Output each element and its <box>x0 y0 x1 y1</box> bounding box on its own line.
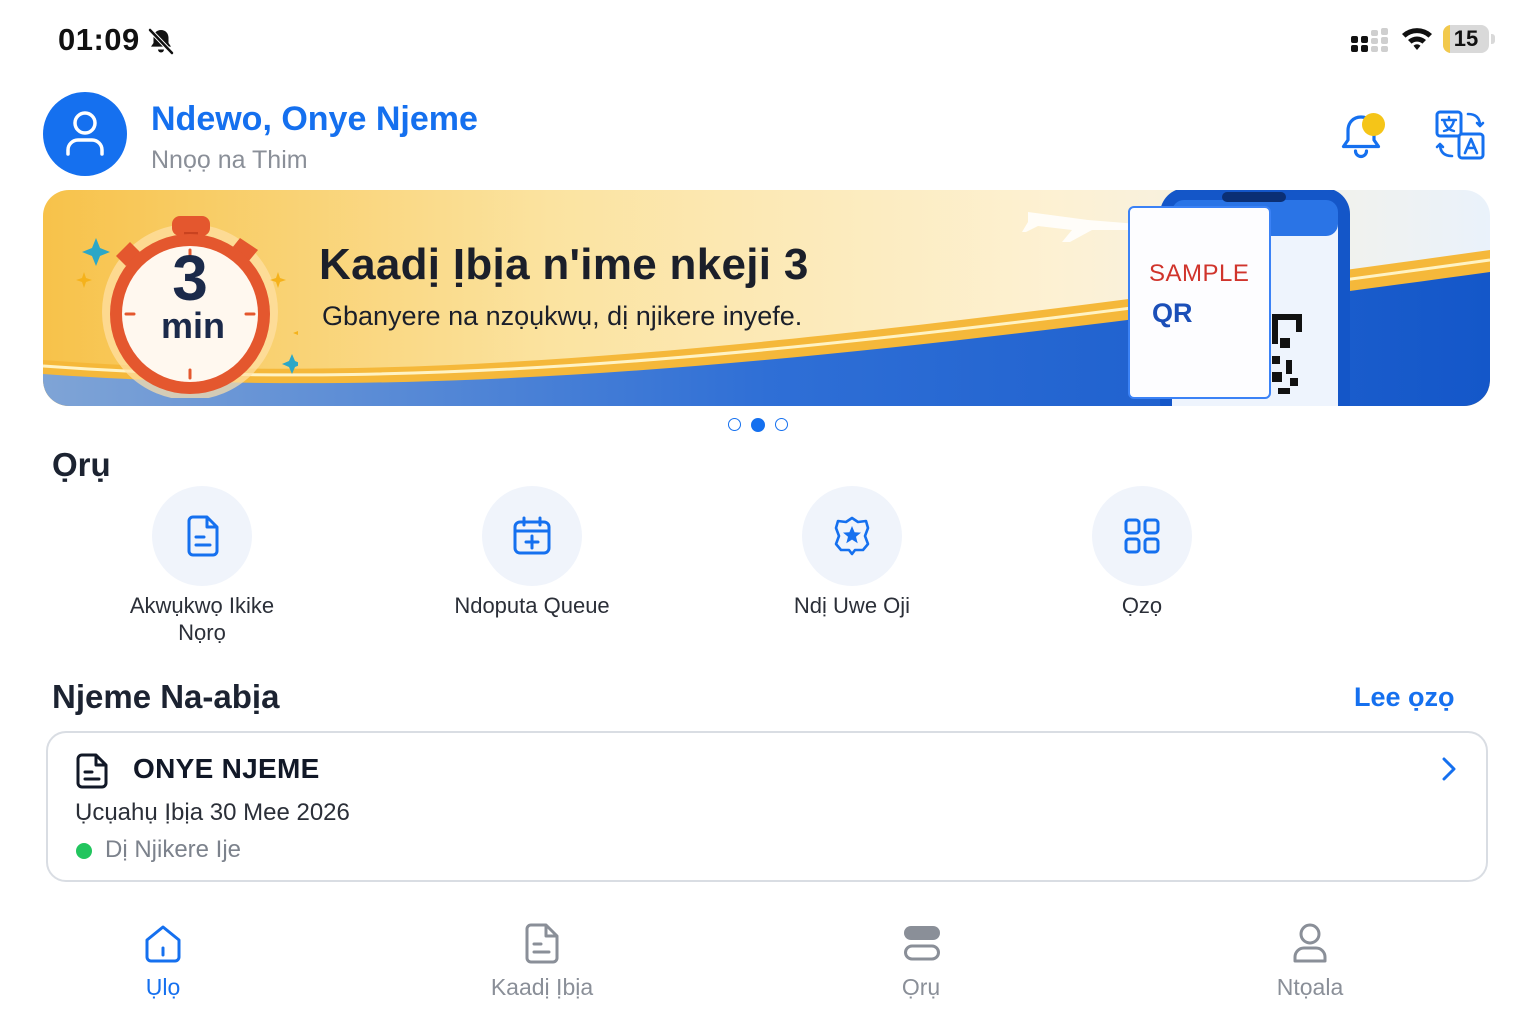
carousel-dot-2[interactable] <box>751 417 765 432</box>
signal-icon <box>1351 28 1388 52</box>
bell-off-icon <box>148 28 174 55</box>
qr-label: QR <box>1152 298 1193 328</box>
upcoming-trips-title: Njeme Na-abịa <box>52 678 280 715</box>
avatar[interactable] <box>43 92 127 176</box>
avatar-icon <box>66 111 104 156</box>
service-icon-circle <box>482 486 582 586</box>
service-label: Ọzọ <box>1121 593 1163 618</box>
nav-label: Ntọala <box>1276 974 1344 1000</box>
battery-cap <box>1491 34 1495 44</box>
service-icon-circle <box>802 486 902 586</box>
nav-label: Kaadị Ịbịa <box>490 974 594 1000</box>
police-badge-icon <box>834 516 870 556</box>
battery-indicator: 15 <box>1443 25 1495 53</box>
notification-dot <box>1362 113 1385 136</box>
trip-card-title: ONYE NJEME <box>133 753 320 784</box>
service-icon-circle <box>152 486 252 586</box>
greeting-title: Ndewo, Onye Njeme <box>151 100 478 138</box>
qr-card <box>1128 206 1271 399</box>
home-icon <box>145 925 181 963</box>
services-stack-icon <box>904 926 940 961</box>
nav-label: Ụlọ <box>145 974 181 1000</box>
qr-sample-label: SAMPLE <box>1149 260 1250 287</box>
status-bar: 01:09 15 <box>0 0 1536 80</box>
service-icon-circle <box>1092 486 1192 586</box>
carousel-dot-1[interactable] <box>728 418 741 431</box>
wifi-icon <box>1402 28 1432 50</box>
status-dot <box>76 843 92 859</box>
trip-card-status: Dị Njikere Ije <box>105 836 242 863</box>
service-label: Akwụkwọ Ikike Nọrọ <box>129 593 275 645</box>
trip-card-date: Ụcụahụ Ịbịa 30 Mee 2026 <box>75 799 350 826</box>
timer-number: 3 <box>172 242 208 314</box>
service-label: Ndị Uwe Oji <box>793 593 911 618</box>
profile-icon <box>1293 923 1327 963</box>
carousel-dot-3[interactable] <box>775 418 788 431</box>
document-icon <box>187 515 219 557</box>
carousel-dots <box>728 417 792 432</box>
see-more-link[interactable]: Lee ọzọ <box>1354 682 1455 713</box>
greeting-subtitle: Nnọọ na Thim <box>151 146 308 174</box>
card-document-icon <box>525 923 559 964</box>
timer-unit: min <box>160 305 225 346</box>
banner-title: Kaadị Ịbịa n'ime nkeji 3 <box>319 240 809 289</box>
battery-level: 15 <box>1453 26 1479 51</box>
service-label: Ndoputa Queue <box>454 593 610 618</box>
battery-body: 15 <box>1443 25 1489 53</box>
banner-subtitle: Gbanyere na nzọụkwụ, dị njikere inyefe. <box>322 301 803 331</box>
promo-banner[interactable] <box>43 190 1490 406</box>
chevron-right-icon[interactable] <box>1438 756 1460 782</box>
document-icon <box>76 753 108 789</box>
nav-label: Ọrụ <box>901 974 941 1000</box>
grid-icon <box>1124 518 1160 554</box>
services-title: Ọrụ <box>52 446 111 483</box>
calendar-add-icon <box>513 516 551 555</box>
translate-icon[interactable] <box>1432 108 1488 162</box>
status-time: 01:09 <box>58 22 140 57</box>
